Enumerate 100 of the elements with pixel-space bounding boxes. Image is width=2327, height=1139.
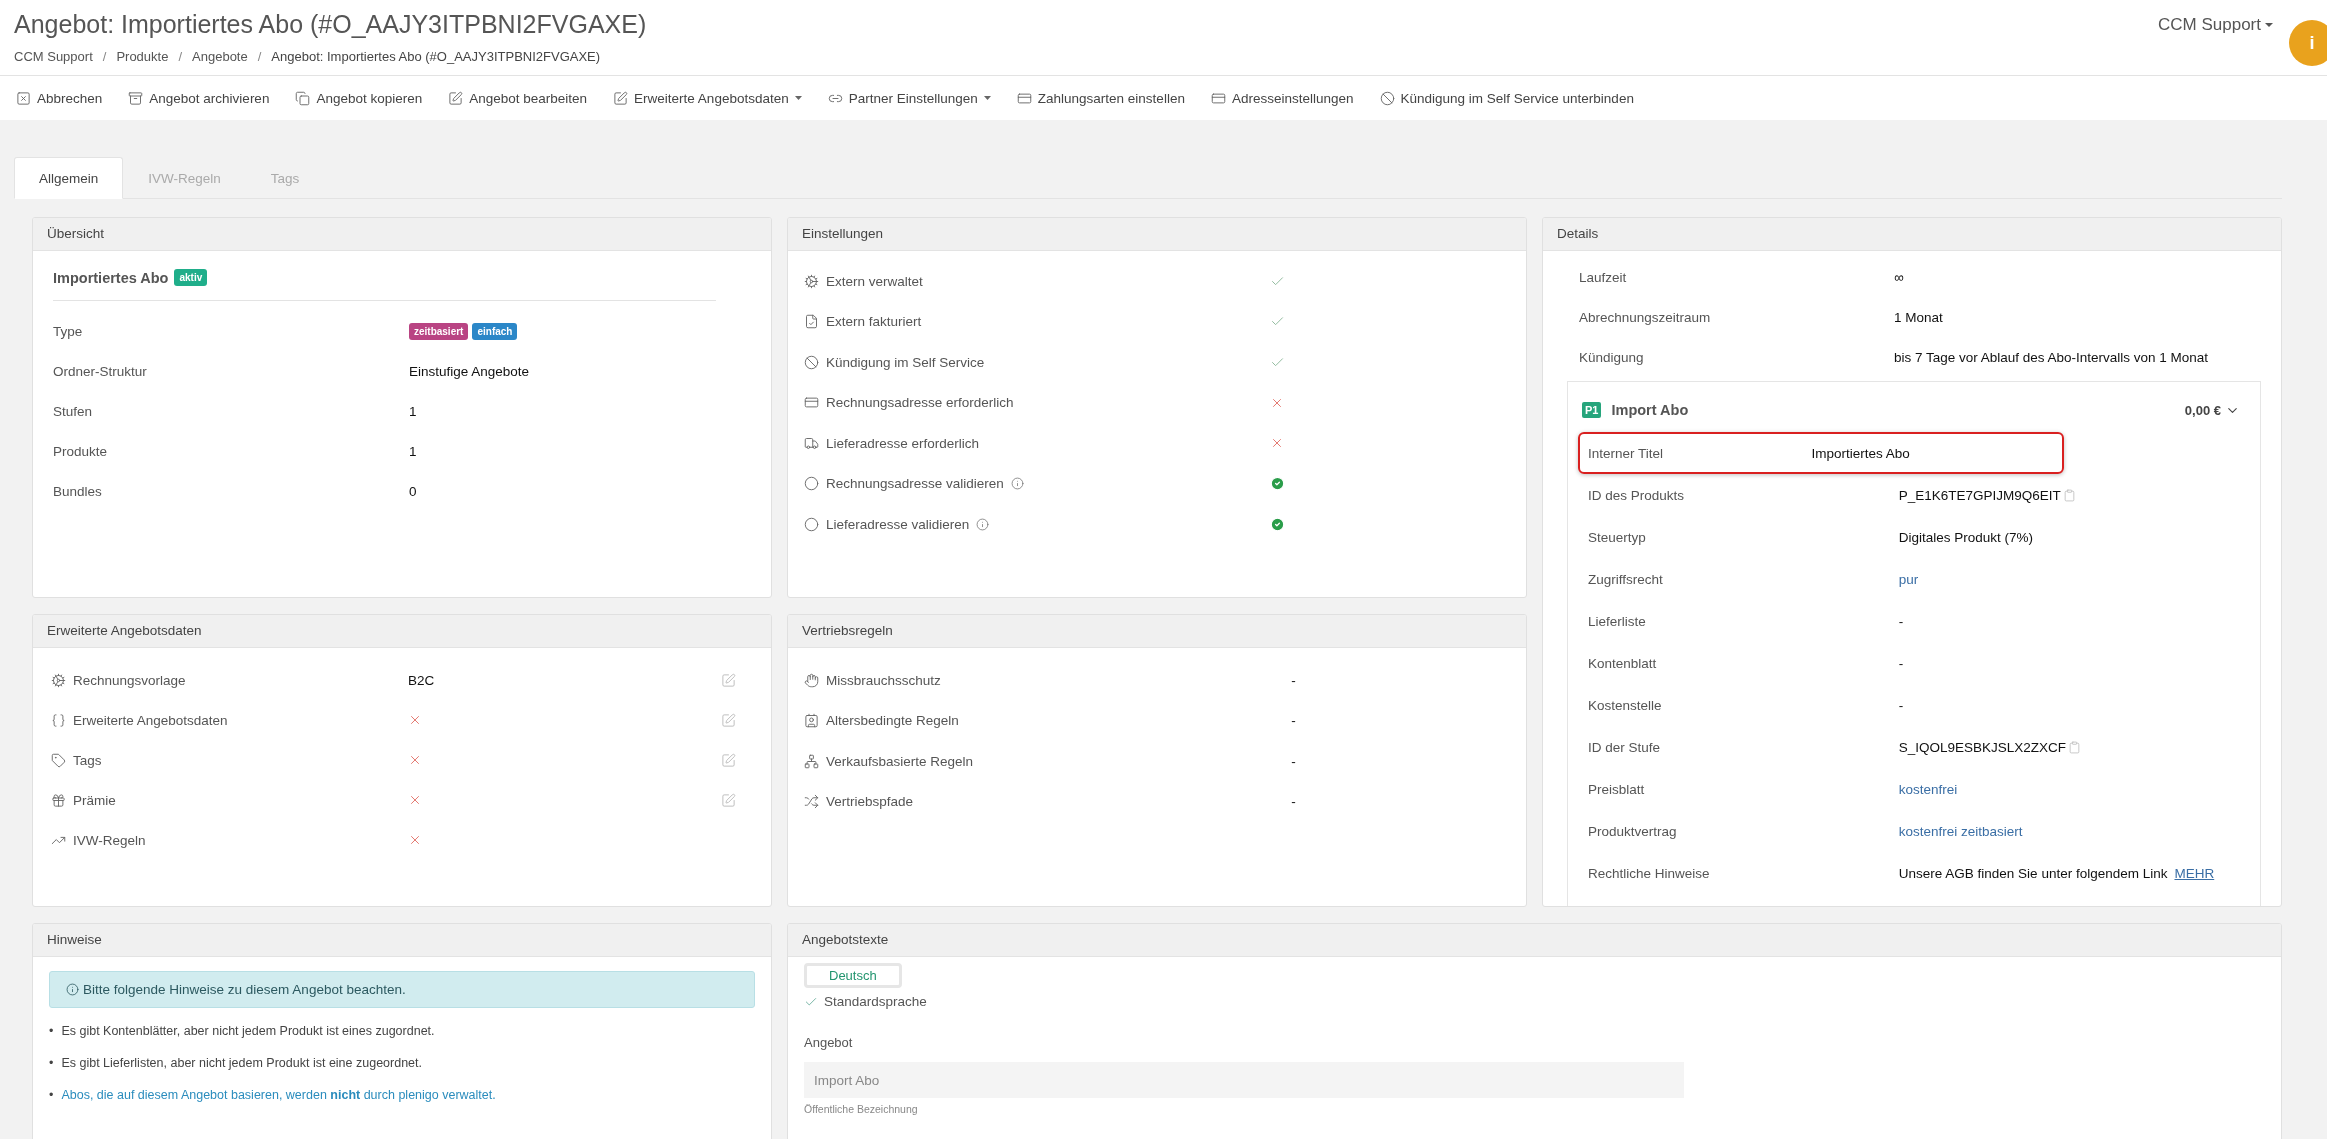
info-icon[interactable]	[976, 517, 990, 531]
toolbar-button[interactable]: Angebot bearbeiten	[448, 90, 588, 106]
field-value: Importiertes Abo	[1811, 445, 1911, 461]
cancel-icon	[16, 90, 31, 106]
breadcrumb-link[interactable]: Angebot: Importiertes Abo (#O_AAJY3ITPBNI2FVGAXE)	[271, 49, 601, 64]
circle-icon	[804, 516, 819, 532]
toolbar-button[interactable]: Abbrechen	[16, 90, 103, 106]
type-badge: zeitbasiert	[408, 322, 469, 340]
breadcrumb-link[interactable]: CCM Support	[14, 49, 93, 64]
field-label: Type	[53, 323, 84, 339]
panel-title: Hinweise	[33, 924, 771, 957]
field-value: 1 Monat	[1893, 309, 1944, 325]
toolbar-button[interactable]: Angebot archivieren	[128, 90, 270, 106]
user-menu[interactable]: CCM Support	[2152, 14, 2279, 36]
field-label: Stufen	[53, 403, 94, 419]
setting-label: Extern verwaltet	[826, 273, 923, 289]
field-link[interactable]: kostenfrei zeitbasiert	[1898, 823, 2242, 839]
field-label: Missbrauchsschutz	[826, 672, 941, 688]
toolbar-button[interactable]: Angebot kopieren	[295, 90, 423, 106]
field-label: Bundles	[53, 483, 103, 499]
field-label: Altersbedingte Regeln	[826, 713, 959, 729]
edit-icon	[613, 90, 629, 106]
field-link[interactable]: kostenfrei	[1898, 781, 2242, 797]
field-label: Laufzeit	[1579, 269, 1628, 285]
circle-icon	[804, 476, 819, 492]
gears-icon	[804, 273, 819, 289]
field-value: -	[1291, 713, 1297, 729]
field-value: Unsere AGB finden Sie unter folgendem Link	[1898, 865, 2168, 881]
field-value: 1	[408, 403, 418, 419]
caret-icon	[2265, 22, 2273, 28]
toolbar-button[interactable]: Zahlungsarten einstellen	[1016, 90, 1185, 106]
edit-icon[interactable]	[721, 752, 736, 768]
field-label: Vertriebspfade	[826, 794, 914, 810]
contact-icon	[804, 713, 819, 729]
field-label: Kontenblatt	[1587, 655, 1658, 671]
toolbar-button[interactable]: Partner Einstellungen	[827, 90, 991, 106]
field-label: Kostenstelle	[1587, 697, 1663, 713]
field-label: Zugriffsrecht	[1587, 571, 1664, 587]
breadcrumb-separator: /	[102, 49, 107, 64]
info-icon	[66, 983, 79, 996]
field-value: Einstufige Angebote	[408, 363, 531, 379]
type-badge: einfach	[472, 322, 518, 340]
hint-text: Es gibt Kontenblätter, aber nicht jedem Produkt ist eines zugordnet.	[61, 1024, 435, 1038]
setting-label: Rechnungsadresse validieren	[826, 476, 1004, 492]
field-value: -	[1898, 655, 1905, 671]
status-badge: aktiv	[174, 269, 208, 286]
hint-link[interactable]: Abos, die auf diesem Angebot basieren, werden nicht durch plenigo verwaltet.	[61, 1088, 496, 1102]
edit-icon[interactable]	[721, 672, 736, 688]
edit-icon[interactable]	[721, 712, 736, 728]
toolbar-button[interactable]: Kündigung im Self Service unterbinden	[1379, 90, 1634, 106]
braces-icon	[51, 712, 66, 728]
field-link[interactable]: pur	[1898, 571, 2242, 587]
info-icon[interactable]	[1010, 477, 1024, 491]
panel-title: Einstellungen	[788, 218, 1526, 251]
bullet: •	[49, 1024, 54, 1038]
field-value: -	[1898, 697, 1905, 713]
breadcrumb-separator: /	[178, 49, 183, 64]
field-label: Tags	[73, 752, 102, 768]
bullet: •	[49, 1088, 54, 1102]
clipboard-icon[interactable]	[2062, 488, 2076, 502]
breadcrumb-link[interactable]: Produkte	[116, 49, 169, 64]
hand-icon	[804, 672, 819, 688]
more-link[interactable]: MEHR	[2174, 865, 2215, 881]
toolbar-button[interactable]: Adresseinstellungen	[1210, 90, 1354, 106]
panel-title: Erweiterte Angebotsdaten	[33, 615, 771, 648]
field-value: B2C	[408, 672, 435, 688]
ban-icon	[1379, 90, 1395, 106]
clipboard-icon[interactable]	[2068, 740, 2082, 754]
alert-text: Bitte folgende Hinweise zu diesem Angebot beachten.	[83, 982, 406, 997]
tag-icon	[51, 752, 66, 768]
field-label: Interner Titel	[1587, 445, 1665, 461]
price-toggle[interactable]: 0,00 €	[2178, 401, 2246, 419]
network-icon	[804, 753, 819, 769]
setting-label: Extern fakturiert	[826, 314, 922, 330]
field-label: Produktvertrag	[1587, 823, 1678, 839]
field-value: -	[1898, 613, 1905, 629]
setting-label: Lieferadresse validieren	[826, 516, 970, 532]
field-value: 1	[408, 443, 418, 459]
card-icon	[1210, 90, 1226, 106]
panel-title: Vertriebsregeln	[788, 615, 1526, 648]
field-label: ID der Stufe	[1587, 739, 1662, 755]
field-label: Kündigung	[1579, 349, 1645, 365]
panel-title: Übersicht	[33, 218, 771, 251]
edit-icon[interactable]	[721, 792, 736, 808]
toolbar-button[interactable]: Erweiterte Angebotsdaten	[613, 90, 802, 106]
field-value: -	[1291, 794, 1297, 810]
gift-icon	[51, 792, 66, 808]
field-label: Erweiterte Angebotsdaten	[73, 712, 228, 728]
breadcrumb-link[interactable]: Angebote	[192, 49, 248, 64]
language-tab[interactable]: Deutsch	[804, 963, 902, 988]
copy-icon	[295, 90, 311, 106]
field-value: -	[1291, 753, 1297, 769]
default-language-label: Standardsprache	[824, 994, 927, 1009]
tab[interactable]: Allgemein	[14, 157, 124, 199]
hint-text: Es gibt Lieferlisten, aber nicht jedem Produkt ist eine zugeordnet.	[61, 1056, 422, 1070]
offer-name: Importiertes Abo	[53, 269, 169, 286]
edit-icon	[448, 90, 464, 106]
card-icon	[804, 395, 819, 411]
shuffle-icon	[804, 794, 819, 810]
field-label: Rechtliche Hinweise	[1587, 865, 1711, 881]
